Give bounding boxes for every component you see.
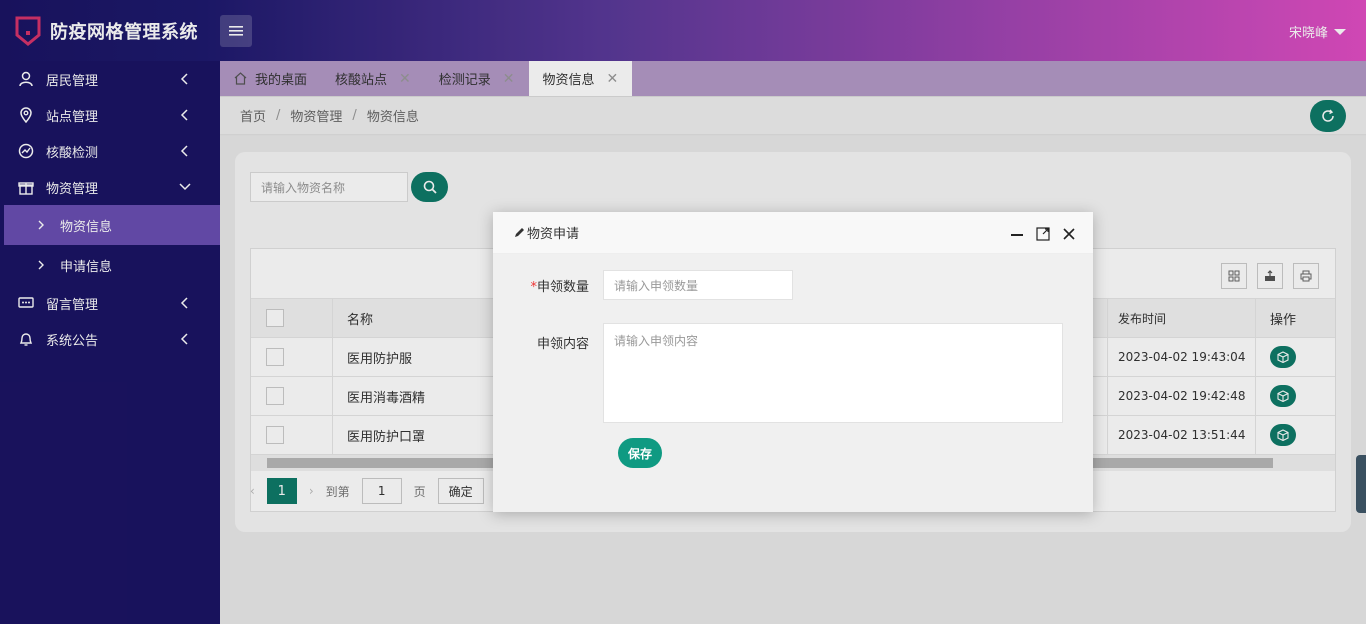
- edit-icon: [515, 227, 524, 237]
- dialog-header: 物资申请: [493, 212, 1093, 254]
- dialog-title: 物资申请: [527, 227, 580, 242]
- qty-row: *申领数量 请输入申领数量: [493, 270, 793, 300]
- qty-input[interactable]: 请输入申领数量: [603, 270, 793, 300]
- maximize-button[interactable]: [1035, 226, 1051, 242]
- side-widget[interactable]: [1356, 455, 1366, 513]
- close-icon: [1063, 228, 1075, 240]
- save-button[interactable]: 保存: [618, 438, 662, 468]
- content-row: 申领内容 请输入申领内容: [493, 323, 1063, 423]
- qty-label: *申领数量: [530, 279, 589, 295]
- apply-dialog: 物资申请 *申领数量 请输入申领数量 申领内容 请输入申领内容 保存: [493, 212, 1093, 512]
- content-label: 申领内容: [536, 337, 589, 352]
- minimize-button[interactable]: [1009, 226, 1025, 242]
- minimize-icon: [1011, 234, 1023, 236]
- close-button[interactable]: [1061, 226, 1077, 242]
- content-textarea[interactable]: 请输入申领内容: [603, 323, 1063, 423]
- maximize-icon: [1036, 227, 1050, 241]
